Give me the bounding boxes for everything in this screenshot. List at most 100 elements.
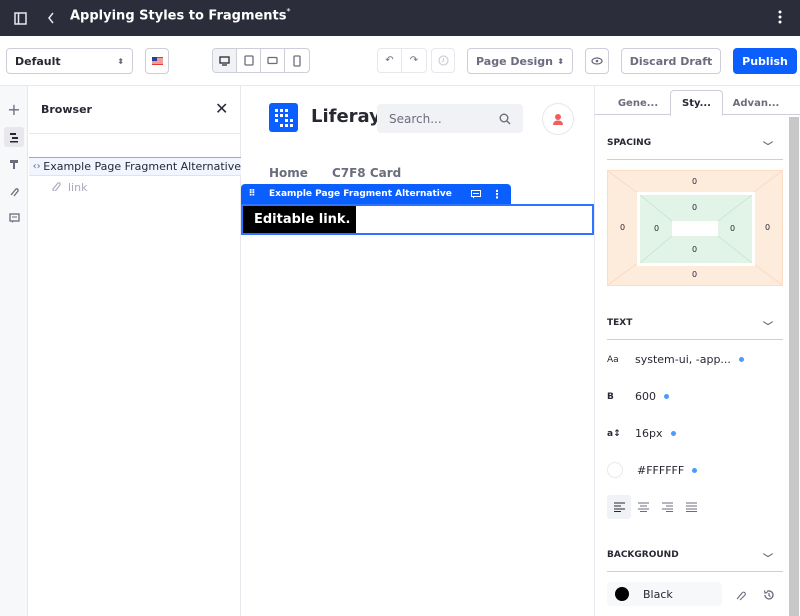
align-right-icon	[661, 502, 673, 512]
padding-right-value[interactable]: 0	[730, 224, 735, 233]
preview-button[interactable]	[585, 48, 609, 74]
chevron-down-icon[interactable]: ﹀	[763, 550, 773, 565]
tab-styles[interactable]: Sty...	[670, 90, 723, 116]
more-vertical-icon[interactable]	[778, 9, 782, 28]
viewport-landscape-phone-button[interactable]	[261, 49, 285, 72]
font-weight-field[interactable]: B 600	[607, 390, 669, 403]
experience-select-value: Default	[15, 54, 61, 68]
select-arrows-icon: ⬍	[557, 56, 564, 66]
code-icon: ‹›	[32, 161, 41, 172]
back-icon[interactable]	[46, 10, 56, 29]
user-avatar[interactable]	[542, 103, 574, 135]
landscape-phone-icon	[267, 56, 278, 65]
chevron-down-icon[interactable]: ﹀	[763, 138, 773, 153]
discard-draft-button[interactable]: Discard Draft	[621, 48, 721, 74]
chevron-down-icon[interactable]: ﹀	[763, 318, 773, 333]
viewport-desktop-button[interactable]	[213, 49, 237, 72]
font-size-field[interactable]: a↕ 16px	[607, 427, 676, 440]
paperclip-icon[interactable]	[4, 181, 24, 201]
history-button[interactable]	[431, 48, 455, 73]
page-canvas: Liferay Search... Home C7F8 Card ⠿ Examp…	[241, 86, 594, 616]
select-arrows-icon: ⬍	[117, 56, 124, 66]
section-title: SPACING	[607, 138, 652, 148]
editable-link[interactable]: Editable link.	[243, 206, 356, 233]
viewport-tablet-button[interactable]	[237, 49, 261, 72]
user-icon	[553, 113, 563, 125]
viewport-switcher	[212, 48, 310, 73]
nav-item-c7f8-card[interactable]: C7F8 Card	[332, 166, 401, 180]
undo-icon: ↶	[385, 55, 394, 66]
nav-item-home[interactable]: Home	[269, 166, 308, 180]
portrait-phone-icon	[293, 54, 301, 67]
configuration-panel: Gene... Sty... Advan... SPACING ﹀ 0 0 0 …	[594, 86, 800, 616]
divider	[29, 133, 241, 134]
margin-bottom-value[interactable]: 0	[692, 270, 697, 279]
section-background-header[interactable]: BACKGROUND ﹀	[607, 550, 783, 572]
font-size-value: 16px	[635, 427, 663, 440]
margin-right-value[interactable]: 0	[765, 223, 770, 232]
font-size-icon: a↕	[607, 428, 621, 439]
section-text-header[interactable]: TEXT ﹀	[607, 318, 783, 340]
comment-icon[interactable]	[4, 208, 24, 228]
align-justify-icon	[685, 502, 697, 512]
scrollbar[interactable]	[789, 117, 799, 616]
padding-top-value[interactable]: 0	[692, 203, 697, 212]
browser-icon[interactable]	[4, 127, 24, 147]
modified-indicator	[738, 357, 744, 362]
unlink-token-icon[interactable]	[735, 586, 747, 605]
padding-bottom-value[interactable]: 0	[692, 245, 697, 254]
fragment-topper[interactable]: ⠿ Example Page Fragment Alternative ⋮	[241, 184, 511, 204]
tablet-icon	[243, 55, 254, 66]
align-center-button[interactable]	[631, 495, 655, 519]
font-family-field[interactable]: Aa system-ui, -app...	[607, 353, 744, 366]
browser-panel: Browser ✕ ‹› Example Page Fragment Alter…	[29, 86, 241, 616]
background-color-select[interactable]: Black	[607, 582, 722, 606]
search-icon[interactable]	[499, 113, 511, 125]
fragment-options-icon[interactable]: ⋮	[487, 188, 507, 201]
color-swatch[interactable]	[607, 462, 623, 478]
font-family-value: system-ui, -app...	[635, 353, 731, 366]
padding-box: 0 0 0 0	[637, 192, 755, 266]
reset-icon[interactable]	[763, 586, 775, 605]
us-flag-icon	[151, 57, 163, 65]
viewport-portrait-phone-button[interactable]	[285, 49, 309, 72]
mode-select-value: Page Design	[476, 54, 553, 68]
sidebar-toggle-icon[interactable]	[14, 10, 27, 29]
browser-title: Browser	[41, 103, 92, 116]
modified-indicator	[692, 467, 698, 473]
text-color-field[interactable]: #FFFFFF	[607, 462, 698, 478]
content-box	[672, 221, 718, 236]
language-selector[interactable]	[145, 48, 169, 74]
bold-icon: B	[607, 391, 614, 402]
fragment-name: Example Page Fragment Alternative	[269, 189, 452, 199]
add-icon[interactable]: +	[4, 99, 24, 119]
fragment-container[interactable]: Editable link.	[241, 204, 594, 235]
publish-button[interactable]: Publish	[733, 48, 797, 74]
align-right-button[interactable]	[655, 495, 679, 519]
sidebar-rail: +	[0, 86, 28, 616]
tab-general[interactable]: Gene...	[607, 90, 669, 116]
font-family-icon: Aa	[607, 354, 619, 365]
redo-button[interactable]: ↷	[402, 49, 426, 72]
search-input[interactable]: Search...	[377, 104, 523, 133]
drag-handle-icon[interactable]: ⠿	[241, 189, 263, 199]
tree-item-label: Example Page Fragment Alternative	[43, 160, 241, 173]
close-icon[interactable]: ✕	[215, 99, 228, 118]
tree-item-link[interactable]: link	[51, 180, 87, 194]
comment-icon[interactable]	[465, 189, 487, 199]
section-spacing-header[interactable]: SPACING ﹀	[607, 138, 783, 160]
margin-left-value[interactable]: 0	[620, 223, 625, 232]
tab-advanced[interactable]: Advan...	[725, 90, 787, 116]
page-title: Applying Styles to Fragments*	[70, 7, 291, 24]
margin-top-value[interactable]: 0	[692, 177, 697, 186]
align-justify-button[interactable]	[679, 495, 703, 519]
font-weight-value: 600	[635, 390, 656, 403]
tree-item-fragment[interactable]: ‹› Example Page Fragment Alternative	[29, 157, 241, 176]
undo-button[interactable]: ↶	[378, 49, 402, 72]
padding-left-value[interactable]: 0	[654, 224, 659, 233]
brand-name: Liferay	[311, 106, 381, 127]
align-left-button[interactable]	[607, 495, 631, 519]
mode-select[interactable]: Page Design ⬍	[467, 48, 573, 74]
experience-select[interactable]: Default ⬍	[6, 48, 133, 74]
paint-roller-icon[interactable]	[4, 154, 24, 174]
